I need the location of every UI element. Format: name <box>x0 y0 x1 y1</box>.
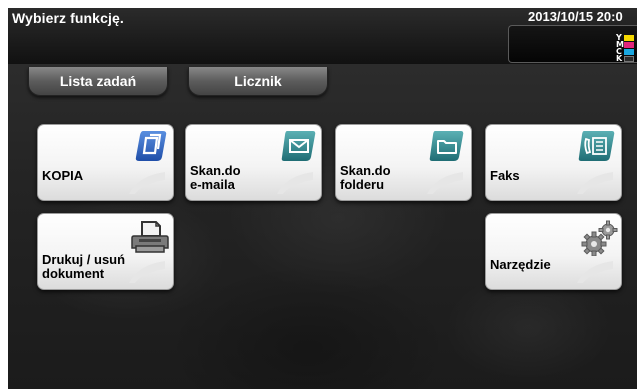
swoosh-decoration <box>577 172 613 194</box>
utility-label: Narzędzie <box>490 257 551 272</box>
gears-icon <box>581 220 618 256</box>
toner-letter: K <box>616 54 623 63</box>
folder-icon <box>429 131 464 161</box>
status-bar: Wybierz funkcję. 2013/10/15 20:0 Y M C K <box>8 8 637 64</box>
screen: Wybierz funkcję. 2013/10/15 20:0 Y M C K… <box>8 8 637 389</box>
date-time: 2013/10/15 20:0 <box>528 9 623 24</box>
envelope-icon <box>281 131 316 161</box>
toner-bar-black <box>624 56 634 62</box>
toner-bar-yellow <box>624 35 634 41</box>
fax-label: Faks <box>490 168 520 183</box>
scan-to-folder-label: Skan.do folderu <box>340 163 391 192</box>
job-list-button[interactable]: Lista zadań <box>28 67 168 96</box>
scan-to-folder-button[interactable]: Skan.do folderu <box>335 124 472 201</box>
scan-to-email-label: Skan.do e-maila <box>190 163 241 192</box>
swoosh-decoration <box>277 172 313 194</box>
toner-bar-cyan <box>624 49 634 55</box>
print-delete-document-label: Drukuj / usuń dokument <box>42 252 126 281</box>
toner-status[interactable]: Y M C K <box>508 25 637 63</box>
fax-button[interactable]: Faks <box>485 124 622 201</box>
copy-label: KOPIA <box>42 168 84 183</box>
swoosh-decoration <box>129 172 165 194</box>
swoosh-decoration <box>427 172 463 194</box>
scan-to-email-button[interactable]: Skan.do e-maila <box>185 124 322 201</box>
toner-bar-magenta <box>624 42 634 48</box>
swoosh-decoration <box>577 261 613 283</box>
utility-button[interactable]: Narzędzie <box>485 213 622 290</box>
toner-black: K <box>616 54 637 64</box>
print-delete-document-button[interactable]: Drukuj / usuń dokument <box>37 213 174 290</box>
fax-icon <box>578 131 615 161</box>
page-title: Wybierz funkcję. <box>12 10 124 26</box>
copy-icon <box>135 131 167 161</box>
printer-icon <box>131 221 169 253</box>
swoosh-decoration <box>129 261 165 283</box>
counter-button[interactable]: Licznik <box>188 67 328 96</box>
copy-button[interactable]: KOPIA <box>37 124 174 201</box>
